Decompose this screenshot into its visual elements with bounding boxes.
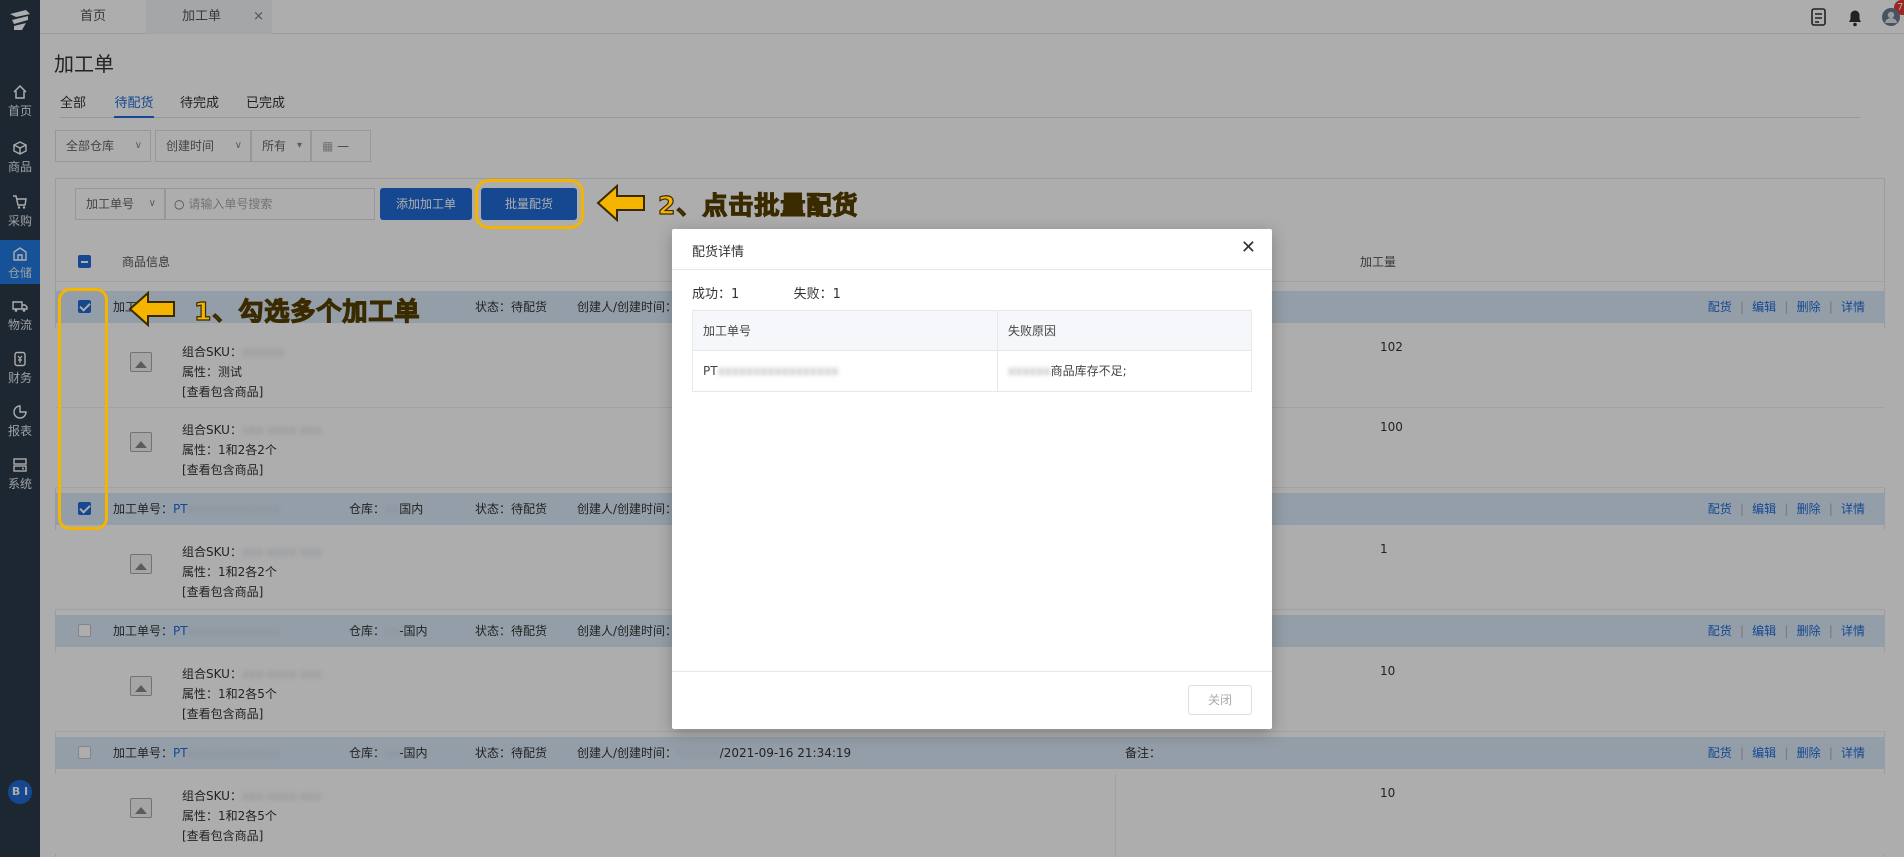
row-order-prefix: PT [703, 364, 718, 378]
column-fail-reason: 失败原因 [997, 311, 1056, 351]
failure-table: 加工单号 失败原因 PTxxxxxxxxxxxxxxxxx xxxxxx商品库存… [692, 310, 1252, 392]
table-header: 加工单号 失败原因 [693, 311, 1251, 351]
fail-count: 失败：1 [793, 287, 841, 302]
column-order-no: 加工单号 [703, 324, 752, 338]
batch-button-highlight-frame [475, 179, 584, 229]
table-row: PTxxxxxxxxxxxxxxxxx xxxxxx商品库存不足; [693, 351, 1251, 391]
step2-annotation: 2、点击批量配货 [657, 190, 859, 220]
row-order-no: PTxxxxxxxxxxxxxxxxx [703, 364, 839, 378]
row-fail-reason: xxxxxx商品库存不足; [997, 351, 1127, 391]
step1-annotation: 1、勾选多个加工单 [193, 296, 421, 326]
divider [672, 269, 1272, 270]
allocation-detail-dialog: 配货详情 ✕ 成功：1 失败：1 加工单号 失败原因 PTxxxxxxxxxxx… [672, 229, 1272, 729]
close-icon[interactable]: ✕ [1241, 237, 1256, 258]
checkbox-highlight-frame [58, 288, 108, 530]
arrow-left-icon [128, 290, 175, 328]
fail-reason-text: 商品库存不足; [1050, 364, 1127, 378]
result-summary: 成功：1 失败：1 [692, 283, 841, 302]
success-count: 成功：1 [692, 287, 740, 302]
arrow-left-icon [596, 183, 645, 223]
close-button[interactable]: 关闭 [1188, 685, 1252, 715]
divider [672, 671, 1272, 672]
dialog-title: 配货详情 [692, 245, 745, 260]
